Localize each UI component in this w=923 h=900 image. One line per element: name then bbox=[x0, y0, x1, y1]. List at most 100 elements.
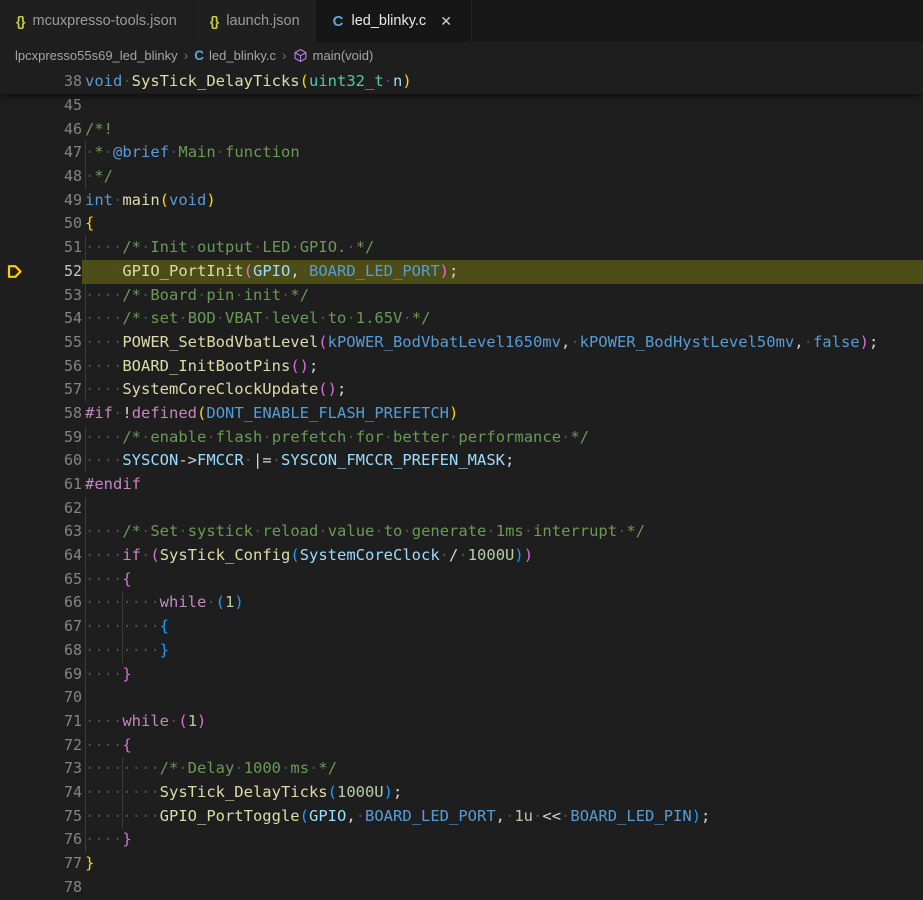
line-number[interactable]: 58 bbox=[28, 402, 82, 426]
whitespace-dots: ···· bbox=[85, 333, 122, 351]
whitespace-dots: ···· bbox=[85, 428, 122, 446]
whitespace-dots: · bbox=[300, 262, 309, 280]
line-number[interactable]: 50 bbox=[28, 212, 82, 236]
tab-launch-json[interactable]: {}launch.json bbox=[194, 0, 317, 42]
code-line-63[interactable]: 63····/*·Set·systick·reload·value·to·gen… bbox=[0, 520, 923, 544]
code-line-51[interactable]: 51····/*·Init·output·LED·GPIO.·*/ bbox=[0, 236, 923, 260]
gutter-glyph bbox=[0, 473, 28, 497]
line-content: ····/*·Init·output·LED·GPIO.·*/ bbox=[82, 236, 923, 260]
line-number[interactable]: 64 bbox=[28, 544, 82, 568]
line-number[interactable]: 73 bbox=[28, 757, 82, 781]
line-number[interactable]: 56 bbox=[28, 355, 82, 379]
code-line-58[interactable]: 58#if·!defined(DONT_ENABLE_FLASH_PREFETC… bbox=[0, 402, 923, 426]
code-line-76[interactable]: 76····} bbox=[0, 828, 923, 852]
line-number[interactable]: 72 bbox=[28, 734, 82, 758]
line-number[interactable]: 45 bbox=[28, 94, 82, 118]
code-line-64[interactable]: 64····if·(SysTick_Config(SystemCoreClock… bbox=[0, 544, 923, 568]
code-line-49[interactable]: 49int·main(void) bbox=[0, 189, 923, 213]
line-number[interactable]: 78 bbox=[28, 876, 82, 900]
code-line-47[interactable]: 47·*·@brief·Main·function bbox=[0, 141, 923, 165]
line-number[interactable]: 70 bbox=[28, 686, 82, 710]
code-line-48[interactable]: 48·*/ bbox=[0, 165, 923, 189]
gutter-glyph bbox=[0, 68, 28, 94]
code-line-59[interactable]: 59····/*·enable·flash·prefetch·for·bette… bbox=[0, 426, 923, 450]
code-token: } bbox=[122, 830, 131, 848]
line-number[interactable]: 47 bbox=[28, 141, 82, 165]
code-token: BOARD_InitBootPins bbox=[122, 357, 290, 375]
code-line-65[interactable]: 65····{ bbox=[0, 568, 923, 592]
line-number[interactable]: 74 bbox=[28, 781, 82, 805]
code-line-50[interactable]: 50{ bbox=[0, 212, 923, 236]
code-line-61[interactable]: 61#endif bbox=[0, 473, 923, 497]
whitespace-dots: · bbox=[253, 238, 262, 256]
line-number[interactable]: 60 bbox=[28, 449, 82, 473]
breadcrumb-item-lpcxpresso55s69-led-blinky[interactable]: lpcxpresso55s69_led_blinky bbox=[15, 48, 178, 63]
line-number[interactable]: 75 bbox=[28, 805, 82, 829]
code-line-77[interactable]: 77} bbox=[0, 852, 923, 876]
sticky-scroll: 38void·SysTick_DelayTicks(uint32_t·n) bbox=[0, 68, 923, 94]
line-number[interactable]: 67 bbox=[28, 615, 82, 639]
code-line-57[interactable]: 57····SystemCoreClockUpdate(); bbox=[0, 378, 923, 402]
chevron-right-icon: › bbox=[282, 47, 287, 63]
code-token: · bbox=[169, 712, 178, 730]
indent-guide bbox=[85, 378, 86, 402]
debug-current-line-gutter[interactable] bbox=[0, 260, 28, 284]
code-area: 4546/*!47·*·@brief·Main·function48·*/49i… bbox=[0, 94, 923, 899]
breadcrumb-item-led-blinky-c[interactable]: Cled_blinky.c bbox=[194, 48, 276, 63]
code-line-46[interactable]: 46/*! bbox=[0, 118, 923, 142]
code-line-68[interactable]: 68········} bbox=[0, 639, 923, 663]
code-line-69[interactable]: 69····} bbox=[0, 663, 923, 687]
breadcrumb-item-main-void[interactable]: main(void) bbox=[293, 48, 374, 63]
line-number[interactable]: 52 bbox=[28, 260, 82, 284]
code-line-52[interactable]: 52····GPIO_PortInit(GPIO,·BOARD_LED_PORT… bbox=[0, 260, 923, 284]
code-token: ( bbox=[150, 546, 159, 564]
code-line-45[interactable]: 45 bbox=[0, 94, 923, 118]
code-line-55[interactable]: 55····POWER_SetBodVbatLevel(kPOWER_BodVb… bbox=[0, 331, 923, 355]
line-number[interactable]: 69 bbox=[28, 663, 82, 687]
line-number[interactable]: 49 bbox=[28, 189, 82, 213]
line-number[interactable]: 65 bbox=[28, 568, 82, 592]
whitespace-dots: · bbox=[85, 167, 94, 185]
tab-led-blinky-c[interactable]: Cled_blinky.c✕ bbox=[317, 0, 471, 42]
line-number[interactable]: 68 bbox=[28, 639, 82, 663]
code-line-73[interactable]: 73········/*·Delay·1000·ms·*/ bbox=[0, 757, 923, 781]
close-icon[interactable]: ✕ bbox=[438, 13, 454, 29]
code-line-67[interactable]: 67········{ bbox=[0, 615, 923, 639]
line-number[interactable]: 59 bbox=[28, 426, 82, 450]
line-number[interactable]: 77 bbox=[28, 852, 82, 876]
line-number[interactable]: 51 bbox=[28, 236, 82, 260]
line-number[interactable]: 46 bbox=[28, 118, 82, 142]
line-number[interactable]: 61 bbox=[28, 473, 82, 497]
line-number[interactable]: 62 bbox=[28, 497, 82, 521]
tab-mcuxpresso-tools-json[interactable]: {}mcuxpresso-tools.json bbox=[0, 0, 194, 42]
gutter-glyph bbox=[0, 118, 28, 142]
code-line-60[interactable]: 60····SYSCON->FMCCR·|=·SYSCON_FMCCR_PREF… bbox=[0, 449, 923, 473]
whitespace-dots: · bbox=[505, 807, 514, 825]
code-line-62[interactable]: 62 bbox=[0, 497, 923, 521]
line-number[interactable]: 38 bbox=[28, 68, 82, 94]
sticky-line[interactable]: 38void·SysTick_DelayTicks(uint32_t·n) bbox=[0, 68, 923, 94]
line-number[interactable]: 54 bbox=[28, 307, 82, 331]
gutter-glyph bbox=[0, 426, 28, 450]
code-line-56[interactable]: 56····BOARD_InitBootPins(); bbox=[0, 355, 923, 379]
line-number[interactable]: 55 bbox=[28, 331, 82, 355]
line-number[interactable]: 53 bbox=[28, 284, 82, 308]
code-line-78[interactable]: 78 bbox=[0, 876, 923, 900]
line-number[interactable]: 71 bbox=[28, 710, 82, 734]
line-number[interactable]: 63 bbox=[28, 520, 82, 544]
line-number[interactable]: 48 bbox=[28, 165, 82, 189]
code-line-70[interactable]: 70 bbox=[0, 686, 923, 710]
code-line-53[interactable]: 53····/*·Board·pin·init·*/ bbox=[0, 284, 923, 308]
line-number[interactable]: 76 bbox=[28, 828, 82, 852]
code-token: ; bbox=[701, 807, 710, 825]
code-line-74[interactable]: 74········SysTick_DelayTicks(1000U); bbox=[0, 781, 923, 805]
code-line-71[interactable]: 71····while·(1) bbox=[0, 710, 923, 734]
line-number[interactable]: 66 bbox=[28, 591, 82, 615]
code-line-72[interactable]: 72····{ bbox=[0, 734, 923, 758]
code-line-66[interactable]: 66········while·(1) bbox=[0, 591, 923, 615]
gutter-glyph bbox=[0, 189, 28, 213]
tab-bar-empty-space bbox=[471, 0, 923, 42]
line-number[interactable]: 57 bbox=[28, 378, 82, 402]
code-line-54[interactable]: 54····/*·set·BOD·VBAT·level·to·1.65V·*/ bbox=[0, 307, 923, 331]
code-line-75[interactable]: 75········GPIO_PortToggle(GPIO,·BOARD_LE… bbox=[0, 805, 923, 829]
